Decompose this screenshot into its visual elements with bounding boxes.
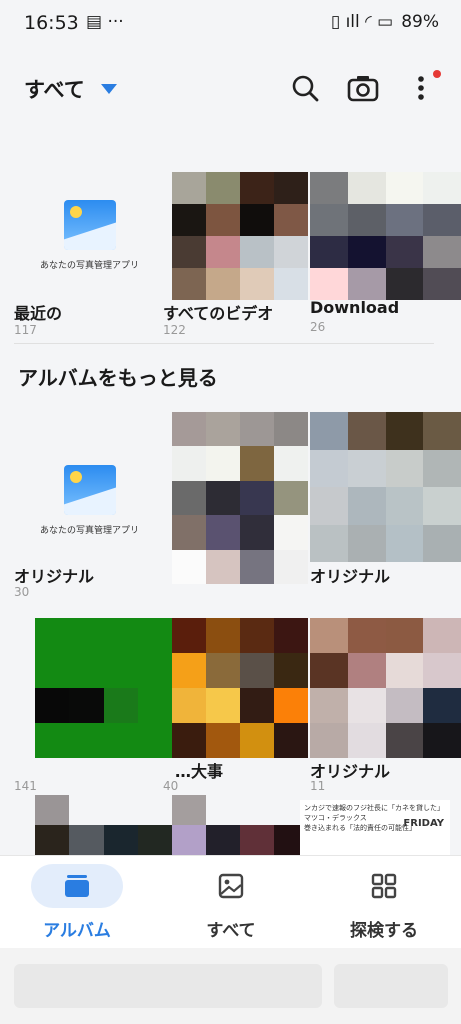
- placeholder-caption: あなたの写真管理アプリ: [40, 526, 140, 536]
- album-thumb-original-4[interactable]: [310, 618, 461, 758]
- signal-icons: ▯ ıll ◜ ▭: [330, 12, 394, 32]
- album-name: すべてのビデオ: [163, 304, 274, 323]
- thumb-brand: FRIDAY: [403, 818, 444, 829]
- nav-all[interactable]: すべて: [154, 864, 308, 941]
- album-name: …大事: [175, 762, 224, 781]
- search-icon: [292, 75, 319, 102]
- album-count: 40: [163, 779, 179, 793]
- photo-app-logo-icon: [63, 465, 116, 515]
- blank-block: [334, 964, 448, 1008]
- album-name: オリジナル: [310, 567, 391, 586]
- view-selector[interactable]: すべて: [24, 74, 117, 104]
- dropdown-caret-icon: [100, 84, 117, 94]
- more-menu-button[interactable]: [403, 70, 441, 106]
- album-name: オリジナル: [14, 567, 95, 586]
- album-thumb-original-2[interactable]: [172, 412, 308, 584]
- more-vert-icon: [418, 76, 424, 100]
- search-button[interactable]: [287, 70, 323, 106]
- camera-icon: [347, 76, 379, 102]
- nav-label: 探検する: [350, 921, 418, 941]
- nav-explore[interactable]: 探検する: [307, 864, 461, 941]
- album-thumb-important[interactable]: [172, 618, 308, 758]
- album-count: 122: [163, 323, 186, 337]
- divider: [14, 343, 434, 344]
- battery-text: 89%: [401, 12, 439, 32]
- album-thumb-green[interactable]: [35, 618, 172, 758]
- album-thumb-row4-3[interactable]: ンカジで速報のフジ社長に「カネを貸した」マツコ・デラックス 巻き込まれる「法的責…: [300, 800, 450, 855]
- albums-icon: [65, 875, 89, 897]
- album-thumb-original-1[interactable]: あなたの写真管理アプリ: [40, 465, 139, 536]
- top-app-bar: すべて: [0, 60, 461, 118]
- status-right: ▯ ıll ◜ ▭ 89%: [331, 12, 439, 32]
- placeholder-caption: あなたの写真管理アプリ: [40, 261, 140, 271]
- nav-label: すべて: [206, 921, 256, 941]
- album-thumb-row4-2[interactable]: [172, 795, 308, 855]
- section-title: アルバムをもっと見る: [18, 366, 218, 390]
- bottom-navigation: アルバム すべて 探検する: [0, 855, 461, 949]
- photo-icon: [218, 873, 244, 899]
- album-name: Download: [310, 298, 400, 317]
- album-thumb-row4-1[interactable]: [35, 795, 172, 855]
- album-name: 最近の: [14, 304, 63, 323]
- nav-albums[interactable]: アルバム: [0, 864, 154, 941]
- photo-app-logo-icon: [63, 200, 116, 250]
- page-title: すべて: [24, 78, 85, 102]
- album-thumb-original-3[interactable]: [310, 412, 461, 562]
- album-count: 117: [14, 323, 37, 337]
- album-thumb-videos[interactable]: [172, 172, 308, 300]
- status-time: 16:53: [24, 12, 79, 34]
- album-count: 30: [14, 585, 30, 599]
- status-bar: 16:53 ▤ ··· ▯ ıll ◜ ▭ 89%: [0, 0, 461, 50]
- nav-label: アルバム: [43, 921, 111, 941]
- blank-block: [14, 964, 322, 1008]
- notification-icons: ▤ ···: [86, 12, 124, 32]
- album-count: 141: [14, 779, 37, 793]
- system-bar-area: [0, 948, 461, 1024]
- album-thumb-download[interactable]: [310, 172, 461, 300]
- camera-button[interactable]: [345, 70, 381, 106]
- grid-icon: [371, 873, 397, 899]
- album-count: 11: [310, 779, 326, 793]
- notification-dot: [433, 70, 441, 78]
- album-thumb-recent[interactable]: あなたの写真管理アプリ: [40, 200, 139, 271]
- album-count: 26: [310, 320, 326, 334]
